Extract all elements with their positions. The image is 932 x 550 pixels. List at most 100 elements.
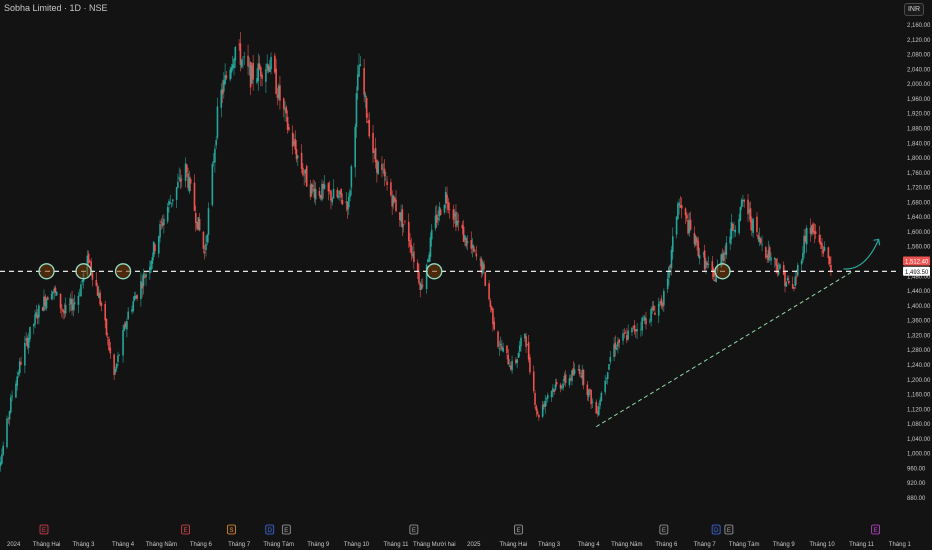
candle-body [652, 305, 655, 311]
event-marker-label: E [412, 528, 416, 534]
time-tick-label: Tháng 9 [773, 542, 796, 548]
candle-body [214, 148, 216, 163]
price-tick-label: 1,840.00 [907, 141, 931, 147]
price-axis[interactable]: 2,160.00 2,120.00 2,080.00 2,040.00 2,000.00… [903, 23, 931, 502]
candle-body [739, 206, 742, 221]
candle-body [154, 244, 156, 252]
candle-body [402, 224, 405, 225]
candle-body [234, 46, 237, 61]
candle-body [518, 345, 521, 352]
candle-body [61, 308, 63, 310]
candle-body [363, 67, 365, 95]
candle-body [356, 74, 359, 91]
candle-body [488, 283, 490, 300]
candle-body [499, 343, 502, 346]
candle-body [401, 209, 404, 228]
candle-body [529, 357, 531, 373]
candle-body [177, 181, 179, 188]
candle-body [132, 301, 135, 311]
time-axis[interactable]: 2024 Tháng Hai Tháng 3 Tháng 4 Tháng Năm Thán… [7, 542, 911, 548]
candle-body [680, 204, 683, 209]
candle-body [805, 227, 808, 245]
candle-body [100, 303, 103, 306]
candle-body [24, 342, 26, 366]
time-tick-label: Tháng Năm [611, 542, 642, 548]
candle-body [466, 241, 469, 244]
candle-body [421, 285, 424, 287]
candle-body [89, 260, 91, 262]
candle-body [354, 126, 356, 168]
candle-body [45, 298, 48, 309]
time-tick-label: Tháng 1 [889, 542, 912, 548]
candle-body [689, 219, 692, 230]
candle-body [114, 368, 117, 373]
time-tick-label: Tháng Hai [500, 542, 528, 548]
price-chart[interactable]: 2,160.00 2,120.00 2,080.00 2,040.00 2,000.00… [0, 0, 932, 550]
candle-body [609, 356, 612, 362]
candle-body [475, 253, 478, 257]
candle-body [812, 223, 814, 233]
candle-body [597, 406, 600, 416]
candle-body [756, 216, 758, 232]
candle-body [677, 203, 679, 220]
event-marker-label: E [516, 528, 520, 534]
candle-body [447, 202, 450, 210]
candle-body [627, 330, 629, 340]
candle-body [631, 327, 633, 333]
candle-body [511, 360, 513, 371]
time-tick-label: 2025 [467, 542, 481, 548]
candle-body [752, 218, 754, 234]
candle-body [383, 168, 386, 177]
touch-circle [38, 263, 55, 280]
candle-body [206, 234, 209, 243]
price-tick-label: 1,960.00 [907, 97, 931, 103]
candle-body [198, 218, 201, 231]
candle-body [1, 454, 3, 464]
candle-body [546, 395, 549, 399]
candle-body [535, 406, 538, 411]
candle-body [142, 273, 145, 287]
candle-body [368, 119, 371, 137]
candle-body [381, 164, 383, 171]
candle-body [731, 223, 734, 231]
candle-body [32, 324, 35, 327]
candle-body [115, 363, 118, 369]
candle-body [498, 348, 501, 349]
candle-body [743, 199, 745, 202]
price-tick-label: 920.00 [907, 481, 926, 487]
candle-body [87, 253, 90, 264]
candle-body [211, 164, 214, 205]
candle-body [242, 58, 244, 60]
price-tick-label: 1,240.00 [907, 363, 931, 369]
event-marker-label: E [184, 528, 188, 534]
candle-body [314, 189, 317, 200]
candle-body [675, 216, 678, 235]
candle-body [225, 75, 228, 79]
candle-body [678, 202, 680, 206]
candle-body [749, 208, 752, 223]
candle-body [555, 382, 558, 385]
candle-body [794, 276, 797, 286]
candle-body [296, 155, 299, 158]
candle-body [303, 175, 305, 176]
candle-body [761, 244, 763, 246]
candle-body [282, 98, 285, 109]
candle-body [80, 284, 82, 297]
candle-body [180, 178, 183, 180]
candle-body [390, 182, 392, 196]
candle-body [657, 303, 660, 316]
candle-body [109, 347, 112, 354]
candle-body [215, 140, 217, 146]
candle-body [72, 304, 75, 310]
candle-body [738, 218, 740, 234]
price-tick-label: 1,080.00 [907, 422, 931, 428]
candle-body [618, 339, 621, 343]
price-tick-label: 1,160.00 [907, 393, 931, 399]
candle-body [166, 207, 169, 222]
candle-body [302, 167, 304, 175]
candle-body [340, 188, 342, 198]
price-tick-label: 1,920.00 [907, 112, 931, 118]
candle-body [73, 302, 76, 305]
candle-body [50, 293, 53, 300]
candle-body [410, 244, 413, 254]
